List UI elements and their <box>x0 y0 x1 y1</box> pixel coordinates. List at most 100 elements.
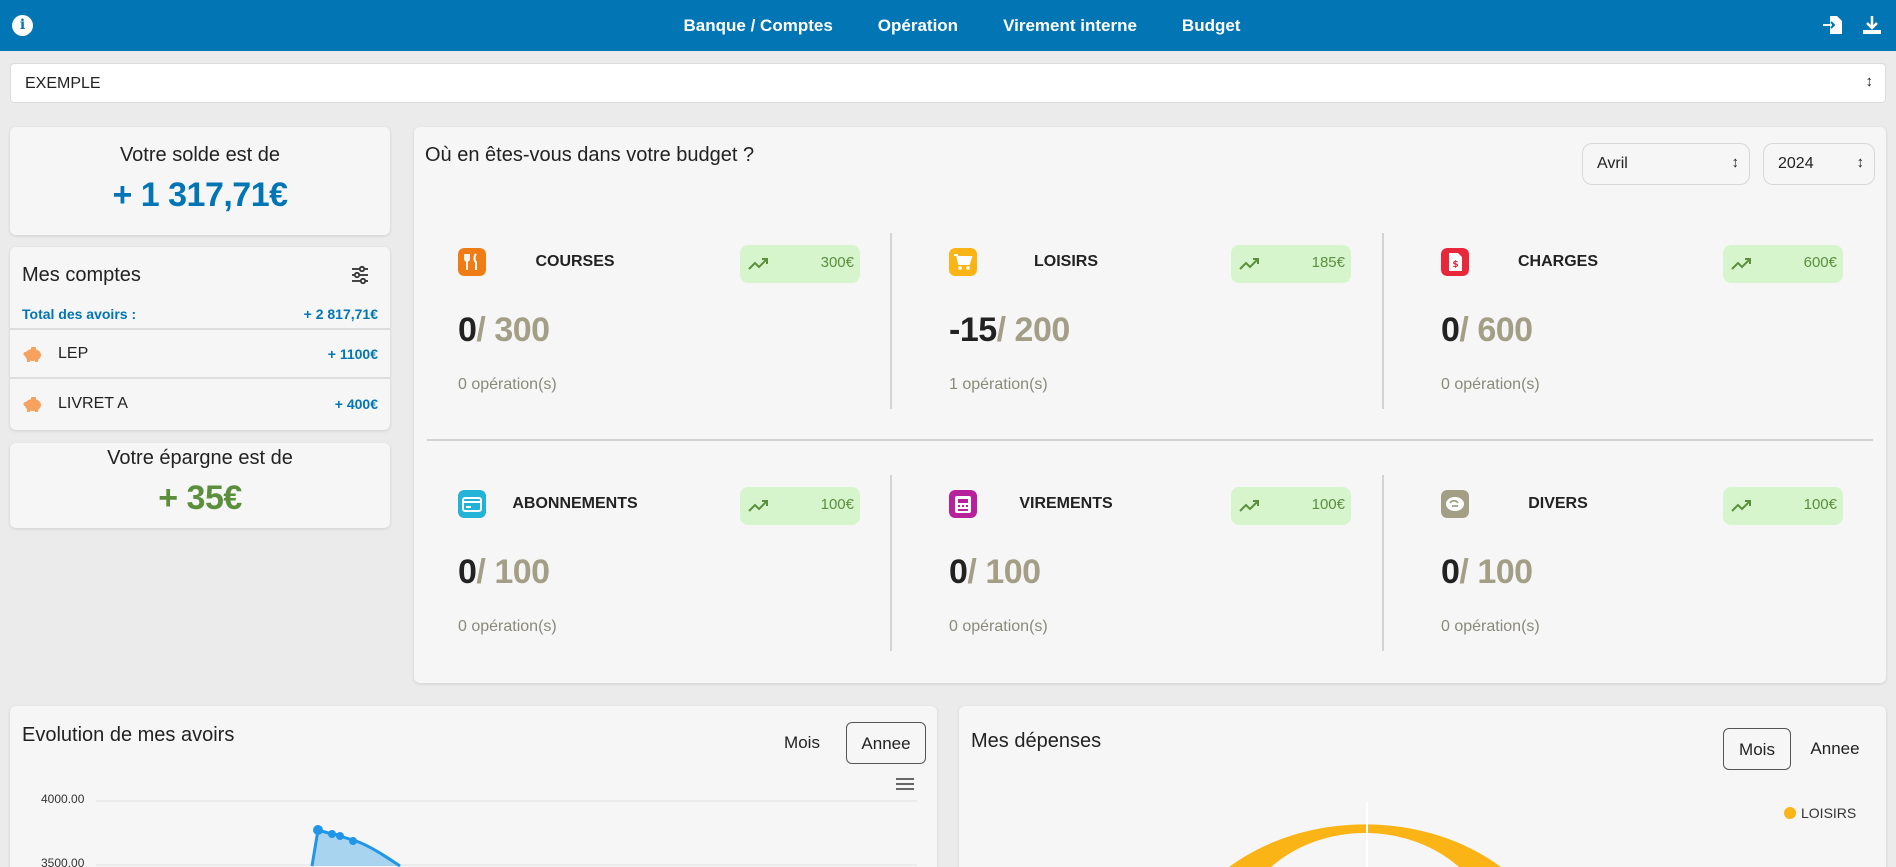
category-name: ABONNEMENTS <box>512 495 638 512</box>
category-amount: 0/ 100 <box>949 553 1041 592</box>
budget-category-courses[interactable]: COURSES 300€ 0/ 300 0 opération(s) <box>458 245 860 428</box>
trending-up-icon <box>748 258 768 270</box>
budget-category-divers[interactable]: DIVERS 100€ 0/ 100 0 opération(s) <box>1441 487 1843 670</box>
trend-value: 185€ <box>1311 254 1345 271</box>
category-name: LOISIRS <box>1033 253 1098 270</box>
settings-sliders-icon[interactable] <box>350 265 370 285</box>
category-name: DIVERS <box>1528 495 1588 512</box>
operations-count: 0 opération(s) <box>1441 618 1540 635</box>
download-icon[interactable] <box>1861 14 1883 36</box>
category-amount: 0/ 300 <box>458 311 550 350</box>
depenses-card: Mes dépenses Mois Annee LOISIRS <box>959 706 1886 867</box>
donut-slice-loisirs <box>1229 824 1501 867</box>
solde-card: Votre solde est de + 1 317,71€ <box>10 127 390 235</box>
trend-badge: 600€ <box>1723 245 1843 283</box>
category-name: CHARGES <box>1517 253 1598 270</box>
category-amount: 0/ 600 <box>1441 311 1533 350</box>
budget-title: Où en êtes-vous dans votre budget ? <box>425 144 755 166</box>
trend-value: 300€ <box>820 254 854 271</box>
spent-value: 0 <box>458 311 477 349</box>
main-nav: Banque / Comptes Opération Virement inte… <box>0 0 1896 51</box>
solde-value: + 1 317,71€ <box>112 176 288 214</box>
year-select[interactable]: 2024 ↕ <box>1763 143 1875 185</box>
nav-banque-comptes[interactable]: Banque / Comptes <box>684 16 833 36</box>
updown-arrow-icon: ↕ <box>1856 154 1865 171</box>
year-select-value: 2024 <box>1778 155 1814 172</box>
operations-count: 0 opération(s) <box>458 376 557 393</box>
spent-value: 0 <box>1441 311 1460 349</box>
spent-value: 0 <box>949 553 968 591</box>
category-amount: 0/ 100 <box>1441 553 1533 592</box>
divider <box>890 233 892 409</box>
budget-category-abonnements[interactable]: ABONNEMENTS 100€ 0/ 100 0 opération(s) <box>458 487 860 670</box>
divider <box>1382 233 1384 409</box>
nav-virement-interne[interactable]: Virement interne <box>1003 16 1137 36</box>
cart-icon <box>949 248 977 276</box>
nav-budget[interactable]: Budget <box>1182 16 1241 36</box>
utensils-icon <box>458 248 486 276</box>
top-navbar: i Banque / Comptes Opération Virement in… <box>0 0 1896 51</box>
divider <box>1382 475 1384 651</box>
budget-value: / 600 <box>1459 311 1533 349</box>
total-avoirs-row: Total des avoirs : + 2 817,71€ <box>10 302 390 330</box>
updown-arrow-icon: ↕ <box>1865 73 1874 90</box>
account-amount: + 1100€ <box>327 346 378 362</box>
operations-count: 0 opération(s) <box>949 618 1048 635</box>
account-amount: + 400€ <box>334 396 378 412</box>
epargne-value: + 35€ <box>158 479 242 517</box>
atm-icon <box>949 490 977 518</box>
account-name: LIVRET A <box>58 395 128 412</box>
spent-value: 0 <box>1441 553 1460 591</box>
trending-up-icon <box>1731 258 1751 270</box>
category-name: COURSES <box>535 253 615 270</box>
piggy-bank-icon <box>23 397 41 412</box>
account-name: LEP <box>58 345 89 362</box>
operations-count: 0 opération(s) <box>1441 376 1540 393</box>
budget-value: / 100 <box>476 553 550 591</box>
piggy-bank-icon <box>23 347 41 362</box>
account-select[interactable]: EXEMPLE ↕ <box>10 63 1886 103</box>
epargne-title: Votre épargne est de <box>107 447 293 469</box>
budget-value: / 200 <box>996 311 1071 349</box>
trend-value: 600€ <box>1803 254 1837 271</box>
trend-value: 100€ <box>1311 496 1345 513</box>
divider <box>890 475 892 651</box>
nav-operation[interactable]: Opération <box>878 16 958 36</box>
category-amount: -15/ 200 <box>949 311 1070 350</box>
trend-badge: 185€ <box>1231 245 1351 283</box>
evolution-area-chart <box>96 800 917 867</box>
evolution-card: Evolution de mes avoirs Mois Annee 4000.… <box>10 706 937 867</box>
category-amount: 0/ 100 <box>458 553 550 592</box>
trend-value: 100€ <box>820 496 854 513</box>
spent-value: 0 <box>458 553 477 591</box>
month-select-value: Avril <box>1597 155 1628 172</box>
trend-badge: 100€ <box>740 487 860 525</box>
trending-up-icon <box>1239 258 1259 270</box>
month-select[interactable]: Avril ↕ <box>1582 143 1750 185</box>
comptes-title: Mes comptes <box>22 264 141 286</box>
trend-value: 100€ <box>1803 496 1837 513</box>
budget-category-virements[interactable]: VIREMENTS 100€ 0/ 100 0 opération(s) <box>949 487 1351 670</box>
operations-count: 0 opération(s) <box>458 618 557 635</box>
budget-value: / 100 <box>967 553 1041 591</box>
total-avoirs-value: + 2 817,71€ <box>303 306 378 322</box>
budget-value: / 100 <box>1459 553 1533 591</box>
budget-category-loisirs[interactable]: LOISIRS 185€ -15/ 200 1 opération(s) <box>949 245 1351 428</box>
svg-text:$: $ <box>1452 260 1458 270</box>
account-row-livret-a[interactable]: LIVRET A + 400€ <box>10 381 390 429</box>
solde-title: Votre solde est de <box>119 144 281 166</box>
budget-category-charges[interactable]: $ CHARGES 600€ 0/ 600 0 opération(s) <box>1441 245 1843 428</box>
trend-badge: 100€ <box>1231 487 1351 525</box>
trend-badge: 300€ <box>740 245 860 283</box>
budget-card: Où en êtes-vous dans votre budget ? Avri… <box>414 127 1886 683</box>
trending-up-icon <box>748 500 768 512</box>
depenses-donut-chart <box>1229 802 1501 867</box>
import-file-icon[interactable] <box>1822 14 1844 36</box>
invoice-icon: $ <box>1441 248 1469 276</box>
trending-up-icon <box>1239 500 1259 512</box>
account-select-value: EXEMPLE <box>25 75 101 92</box>
account-row-lep[interactable]: LEP + 1100€ <box>10 331 390 379</box>
updown-arrow-icon: ↕ <box>1731 154 1740 171</box>
comptes-card: Mes comptes Total des avoirs : + 2 817,7… <box>10 247 390 430</box>
operations-count: 1 opération(s) <box>949 376 1048 393</box>
